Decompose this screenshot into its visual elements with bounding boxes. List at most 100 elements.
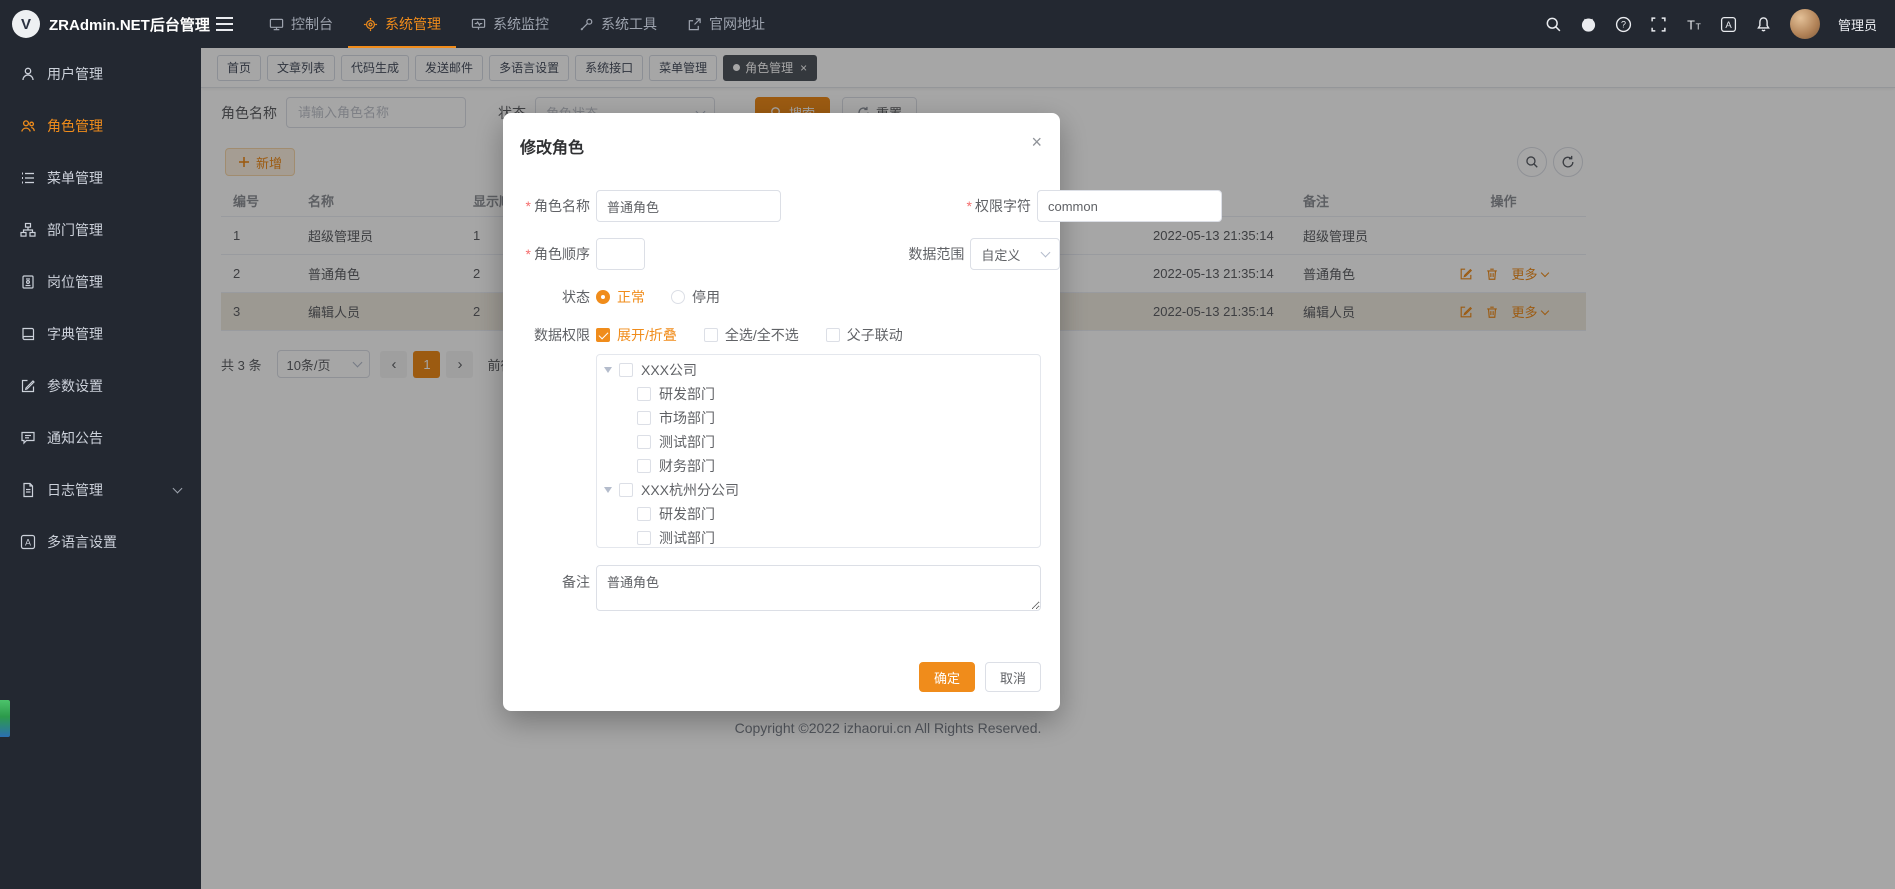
nav-item-official-site[interactable]: 官网地址 [672,0,780,48]
sidebar-item-param-settings[interactable]: 参数设置 [0,360,201,412]
nav-item-system-mgmt[interactable]: 系统管理 [348,0,456,48]
radio-status-disabled[interactable]: 停用 [671,287,720,307]
radio-label: 停用 [692,287,720,307]
search-icon[interactable] [1545,16,1562,33]
font-size-icon[interactable]: TT [1685,16,1702,33]
dialog-row-perms: 数据权限 展开/折叠 全选/全不选 父子联动 [503,325,1060,345]
tree-node-dept[interactable]: 研发部门 [597,502,1040,526]
org-tree-icon [20,222,36,238]
wrench-icon [579,17,594,32]
sidebar-item-log-mgmt[interactable]: 日志管理 [0,464,201,516]
sidebar-item-notice[interactable]: 通知公告 [0,412,201,464]
user-avatar[interactable] [1790,9,1820,39]
confirm-button[interactable]: 确定 [919,662,975,692]
book-icon [20,326,36,342]
checkbox-unchecked-icon[interactable] [637,411,651,425]
sidebar-item-label: 参数设置 [47,376,103,396]
tree-node-dept[interactable]: 财务部门 [597,454,1040,478]
dialog-title: 修改角色 [520,134,584,158]
nav-item-label: 系统管理 [385,14,441,34]
dialog-perm-char-input[interactable] [1037,190,1222,222]
github-icon[interactable] [1580,16,1597,33]
checkbox-unchecked-icon[interactable] [637,435,651,449]
sidebar-item-menu-mgmt[interactable]: 菜单管理 [0,152,201,204]
data-scope-select[interactable]: 自定义 [970,238,1060,270]
sidebar-item-label: 角色管理 [47,116,103,136]
sidebar-item-label: 部门管理 [47,220,103,240]
monitor-icon [269,17,284,32]
dialog-row-remark: 备注 普通角色 [503,565,1041,611]
app-logo: V [12,10,40,38]
tree-node-branch-company[interactable]: XXX杭州分公司 [597,478,1040,502]
checkbox-unchecked-icon[interactable] [637,531,651,545]
id-badge-icon [20,274,36,290]
sidebar-item-user-mgmt[interactable]: 用户管理 [0,48,201,100]
sidebar-item-role-mgmt[interactable]: 角色管理 [0,100,201,152]
tree-node-dept[interactable]: 测试部门 [597,526,1040,548]
sidebar-item-dict-mgmt[interactable]: 字典管理 [0,308,201,360]
translate-icon: A [20,534,36,550]
top-nav: 控制台 系统管理 系统监控 系统工具 官网地址 [254,0,780,48]
language-icon[interactable]: A [1720,16,1737,33]
help-icon[interactable]: ? [1615,16,1632,33]
dialog-role-name-input[interactable] [596,190,781,222]
chevron-down-icon [1041,248,1051,258]
sidebar-item-i18n-settings[interactable]: A 多语言设置 [0,516,201,568]
caret-down-icon[interactable] [604,487,612,493]
svg-text:A: A [1725,20,1732,31]
sidebar-item-dept-mgmt[interactable]: 部门管理 [0,204,201,256]
perm-char-field-label: 权限字符 [924,196,1031,216]
checkbox-expand-collapse[interactable]: 展开/折叠 [596,325,677,345]
checkbox-unchecked-icon[interactable] [637,387,651,401]
nav-item-console[interactable]: 控制台 [254,0,348,48]
dialog-row-1: 角色名称 权限字符 [503,190,1060,222]
role-order-stepper [596,238,645,270]
cancel-button-label: 取消 [1000,668,1026,687]
radio-status-normal[interactable]: 正常 [596,287,645,307]
sidebar-item-post-mgmt[interactable]: 岗位管理 [0,256,201,308]
list-icon [20,170,36,186]
tree-node-dept[interactable]: 研发部门 [597,382,1040,406]
checkbox-unchecked-icon[interactable] [619,483,633,497]
user-name[interactable]: 管理员 [1838,15,1877,34]
fullscreen-icon[interactable] [1650,16,1667,33]
sidebar-item-label: 菜单管理 [47,168,103,188]
hamburger-icon [216,17,233,31]
svg-text:T: T [1687,17,1695,32]
close-icon[interactable]: × [1031,133,1042,151]
dialog-row-2: 角色顺序 数据范围 自定义 [503,238,1060,270]
svg-text:?: ? [1621,19,1626,29]
tree-node-company[interactable]: XXX公司 [597,358,1040,382]
sidebar-item-label: 字典管理 [47,324,103,344]
app-logo-area[interactable]: V ZRAdmin.NET后台管理 [0,0,201,48]
checkbox-parent-child-link[interactable]: 父子联动 [826,325,903,345]
role-order-input[interactable] [597,239,645,269]
user-icon [20,66,36,82]
checkbox-unchecked-icon[interactable] [637,507,651,521]
tree-node-label: 市场部门 [659,408,715,428]
nav-item-label: 官网地址 [709,14,765,34]
document-icon [20,482,36,498]
checkbox-unchecked-icon[interactable] [619,363,633,377]
tree-node-label: 测试部门 [659,528,715,548]
cancel-button[interactable]: 取消 [985,662,1041,692]
tree-node-label: 财务部门 [659,456,715,476]
tree-node-dept[interactable]: 市场部门 [597,406,1040,430]
nav-item-system-tools[interactable]: 系统工具 [564,0,672,48]
checkbox-unchecked-icon [704,328,718,342]
tree-node-label: XXX公司 [641,360,697,380]
external-link-icon [687,17,702,32]
bell-icon[interactable] [1755,16,1772,33]
checkbox-unchecked-icon[interactable] [637,459,651,473]
sidebar-toggle-button[interactable] [201,0,248,48]
confirm-button-label: 确定 [934,668,960,687]
nav-item-system-monitor[interactable]: 系统监控 [456,0,564,48]
caret-down-icon[interactable] [604,367,612,373]
tree-node-dept[interactable]: 测试部门 [597,430,1040,454]
dialog-row-status: 状态 正常 停用 [503,287,1060,307]
remark-textarea[interactable]: 普通角色 [596,565,1041,611]
edit-role-dialog: 修改角色 × 角色名称 权限字符 角色顺序 数据范围 自定义 状态 正常 [503,113,1060,711]
checkbox-select-all[interactable]: 全选/全不选 [704,325,799,345]
dept-tree: XXX公司 研发部门 市场部门 测试部门 财务部门 XXX杭州分公司 研发部门 [596,354,1041,548]
sidebar: 用户管理 角色管理 菜单管理 部门管理 岗位管理 字典管理 参数设置 通知公告 … [0,48,201,889]
